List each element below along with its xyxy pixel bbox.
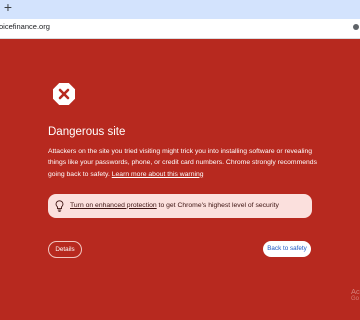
enhanced-protection-text: to get Chrome's highest level of securit… [156,201,279,209]
activation-watermark-line1: Ac [351,287,360,296]
warning-octagon-x-icon [53,83,75,105]
learn-more-link[interactable]: Learn more about this warning [112,171,204,178]
warning-description: Attackers on the site you tried visiting… [48,146,318,180]
activation-watermark-line2: Go [351,296,360,302]
page-title: Dangerous site [48,126,126,138]
lightbulb-icon [55,200,64,212]
interstitial-page: + oicefinance.org Dangerous site Attacke… [0,0,360,320]
tab-strip: + [0,0,360,19]
new-tab-button[interactable]: + [1,0,15,17]
back-to-safety-button[interactable]: Back to safety [263,241,311,257]
enhanced-protection-banner: Turn on enhanced protection to get Chrom… [48,194,312,218]
details-button[interactable]: Details [48,241,82,258]
url-text[interactable]: oicefinance.org [0,22,50,31]
enhanced-protection-link[interactable]: Turn on enhanced protection [70,202,157,209]
enhanced-protection-message: Turn on enhanced protection to get Chrom… [70,202,279,209]
address-bar[interactable]: oicefinance.org [0,19,360,39]
menu-icon[interactable] [353,24,359,30]
